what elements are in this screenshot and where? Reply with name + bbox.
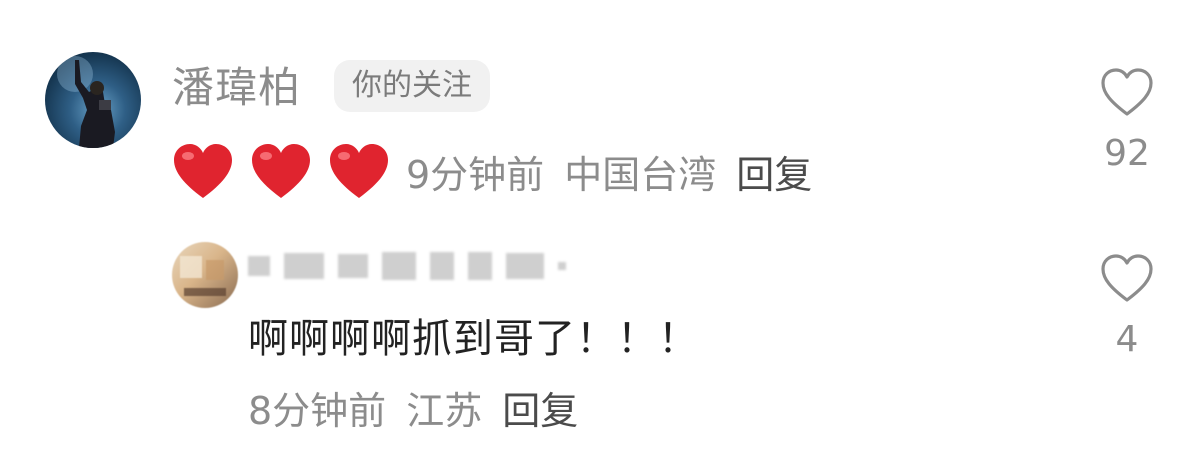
- reply-text: 啊啊啊啊抓到哥了！！！: [248, 316, 699, 362]
- commenter-username[interactable]: 潘瑋柏: [172, 62, 301, 114]
- reply-like-group[interactable]: 4: [1072, 252, 1182, 362]
- heart-outline-icon[interactable]: [1099, 66, 1155, 118]
- following-badge: 你的关注: [334, 60, 490, 112]
- reply-like-count: 4: [1115, 319, 1139, 360]
- reply-location: 江苏: [406, 389, 483, 433]
- comment-time: 9分钟前: [406, 153, 545, 197]
- reply-time: 8分钟前: [248, 389, 387, 433]
- red-heart-emoji-icon: [330, 144, 388, 198]
- comment-like-group[interactable]: 92: [1072, 66, 1182, 176]
- red-heart-emoji-icon: [174, 144, 232, 198]
- comment-location: 中国台湾: [564, 153, 717, 197]
- comment-like-count: 92: [1104, 133, 1150, 174]
- reply-reply-button[interactable]: 回复: [502, 389, 578, 433]
- replier-avatar[interactable]: [172, 242, 238, 308]
- reply-meta: 8分钟前 江苏 回复: [248, 386, 578, 436]
- comment-emoji-row: [172, 142, 390, 200]
- comment-reply-button[interactable]: 回复: [736, 153, 812, 197]
- red-heart-emoji-icon: [252, 144, 310, 198]
- heart-outline-icon[interactable]: [1099, 252, 1155, 304]
- comment-meta: 9分钟前 中国台湾 回复: [406, 150, 812, 200]
- commenter-avatar[interactable]: [45, 52, 141, 148]
- replier-username-blurred[interactable]: [248, 252, 566, 280]
